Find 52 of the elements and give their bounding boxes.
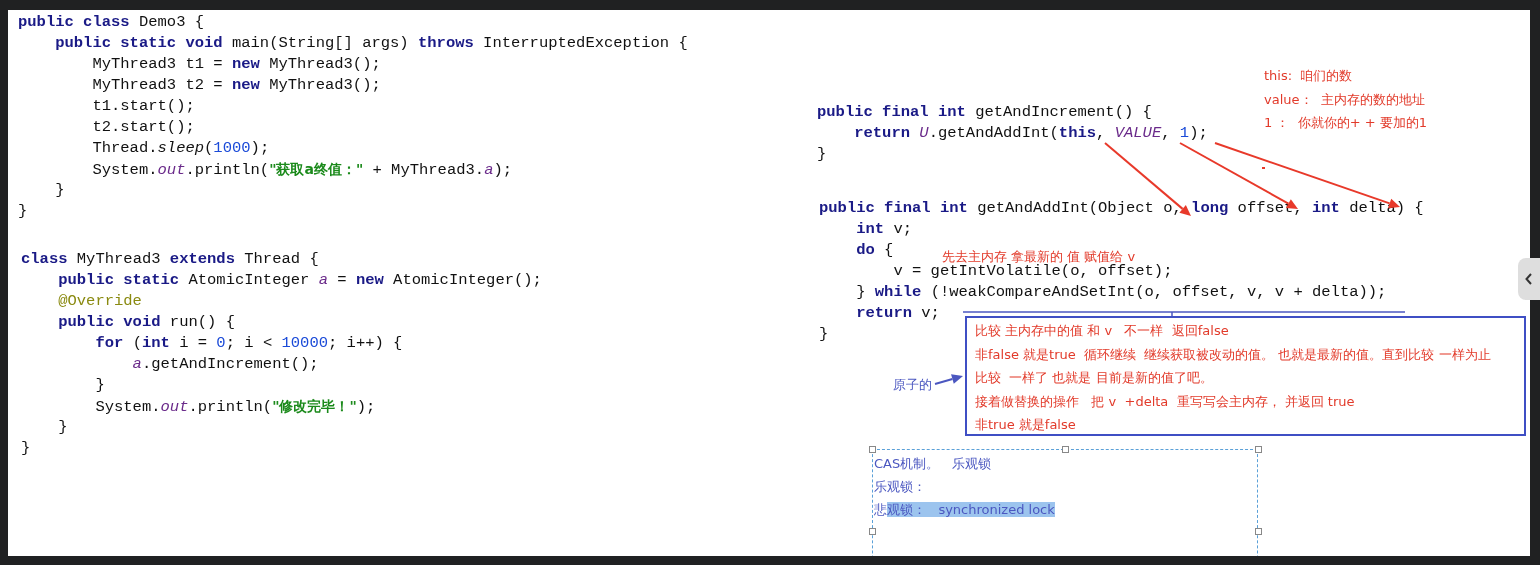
arrow	[934, 374, 963, 385]
text-box[interactable]: CAS机制。 乐观锁 乐观锁： 悲观锁： synchronized lock	[872, 449, 1258, 556]
text-line: CAS机制。 乐观锁	[874, 455, 991, 473]
resize-handle[interactable]	[1255, 528, 1262, 535]
annotation-text: 1 ： 你就你的+ + 要加的1	[1264, 114, 1427, 132]
code-line: int v;	[855, 219, 913, 240]
code-line: public final int getAndIncrement() {	[817, 102, 1152, 123]
code-line: public static void main(String[] args) throws InterruptedException {	[54, 33, 688, 54]
code-line: class MyThread3 extends Thread {	[21, 249, 319, 270]
annotation-text: 原子的	[893, 376, 932, 394]
annotation-text: 接着做替换的操作 把 v +delta 重写写会主内存， 并返回 true	[975, 392, 1356, 411]
code-line: System.out.println("修改完毕！");	[94, 397, 376, 417]
annotation-text: 比较 一样了 也就是 目前是新的值了吧。	[975, 369, 1214, 387]
code-line: }	[54, 180, 65, 201]
code-line: @Override	[57, 291, 142, 312]
annotation-text: 先去主内存 拿最新的 值 赋值给 v	[942, 248, 1136, 264]
code-line: public void run() {	[57, 312, 235, 333]
code-line: }	[21, 438, 31, 459]
code-line: v = getIntVolatile(o, offset);	[892, 262, 1173, 282]
chevron-left-icon	[1525, 273, 1533, 285]
annotation-text: 比较 主内存中的值 和 v 不一样 返回false	[975, 322, 1230, 340]
annotation-text: 非false 就是true 循环继续 继续获取被改动的值。 也就是最新的值。直到比较 一样为止	[975, 345, 1492, 364]
code-line: public class Demo3 {	[18, 12, 205, 33]
side-panel-tab[interactable]	[1518, 258, 1540, 300]
code-line: for (int i = 0; i < 10000; i++) {	[94, 333, 403, 354]
code-line: }	[817, 144, 827, 165]
code-line: public static AtomicInteger a = new AtomicInteger();	[57, 270, 542, 291]
code-line: MyThread3 t1 = new MyThread3();	[91, 54, 381, 75]
code-line: do {	[855, 240, 894, 261]
code-line: t1.start();	[91, 96, 195, 117]
code-line: }	[94, 375, 105, 396]
resize-handle[interactable]	[1062, 446, 1069, 453]
code-line: a.getAndIncrement();	[131, 354, 319, 375]
code-line: Thread.sleep(1000);	[91, 138, 270, 159]
annotation-text: value： 主内存的数的地址	[1264, 90, 1426, 109]
dot-mark	[1262, 167, 1265, 169]
code-line: return v;	[855, 303, 940, 324]
code-line: System.out.println("获取a终值：" + MyThread3.a);	[91, 160, 513, 180]
annotation-text: this: 咱们的数	[1264, 67, 1354, 85]
text-line: 乐观锁：	[874, 478, 926, 496]
text-line: 悲观锁： synchronized lock	[874, 501, 1055, 519]
resize-handle[interactable]	[869, 446, 876, 453]
code-line: }	[819, 324, 829, 345]
code-line: t2.start();	[91, 117, 195, 138]
code-line: }	[18, 201, 28, 222]
code-line: } while (!weakCompareAndSetInt(o, offset, v, v + delta));	[855, 282, 1387, 303]
code-line: }	[57, 417, 68, 438]
resize-handle[interactable]	[869, 528, 876, 535]
code-line: MyThread3 t2 = new MyThread3();	[91, 75, 381, 96]
resize-handle[interactable]	[1255, 446, 1262, 453]
annotation-text: 非true 就是false	[975, 416, 1077, 434]
code-line: return U.getAndAddInt(this, VALUE, 1);	[853, 123, 1208, 144]
